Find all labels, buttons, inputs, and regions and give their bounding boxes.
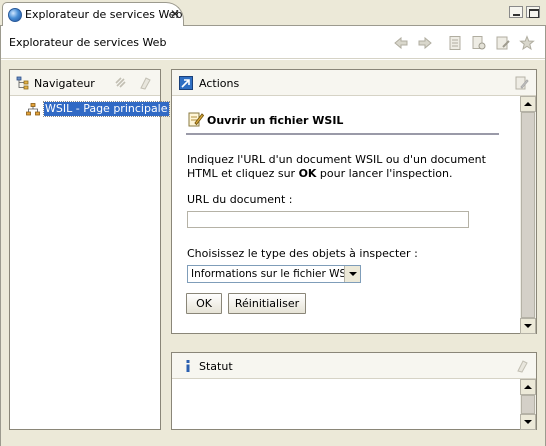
page-title: Explorateur de services Web: [9, 36, 167, 49]
tab-close-icon[interactable]: ✕: [170, 7, 180, 21]
object-type-select[interactable]: Informations sur le fichier WSIL: [187, 265, 361, 283]
status-header: Statut: [172, 353, 536, 379]
status-scrollbar[interactable]: [520, 379, 536, 430]
status-panel: Statut: [171, 352, 537, 430]
form-description: Indiquez l'URL d'un document WSIL ou d'u…: [187, 153, 505, 181]
object-type-label: Choisissez le type des objets à inspecte…: [187, 247, 418, 260]
scrollbar-thumb[interactable]: [521, 395, 535, 414]
form-description-end: pour lancer l'inspection.: [316, 167, 453, 180]
form-heading: Ouvrir un fichier WSIL: [207, 114, 344, 127]
link-icon[interactable]: [114, 76, 128, 90]
tree-item-label[interactable]: WSIL - Page principale: [43, 101, 170, 117]
open-wsil-file-icon: [188, 112, 204, 127]
ok-button[interactable]: OK: [186, 293, 222, 314]
navigator-header: Navigateur: [10, 70, 160, 96]
clear-icon[interactable]: [138, 76, 152, 90]
header-bar: Explorateur de services Web: [1, 27, 545, 59]
maximize-icon[interactable]: [526, 6, 540, 18]
navigator-panel: Navigateur WSIL - Page principale: [9, 69, 170, 430]
actions-arrow-icon: [179, 76, 193, 90]
status-title: Statut: [199, 360, 233, 373]
back-arrow-icon[interactable]: [393, 35, 409, 51]
globe-icon: [8, 8, 22, 22]
editor-tab[interactable]: Explorateur de services Web ✕: [2, 2, 184, 27]
scrollbar-thumb[interactable]: [521, 112, 535, 318]
favorite-star-icon[interactable]: [519, 35, 535, 51]
actions-scrollbar[interactable]: [520, 96, 536, 334]
scroll-up-icon[interactable]: [520, 379, 536, 395]
reset-button[interactable]: Réinitialiser: [228, 293, 306, 314]
form-description-ok: OK: [298, 167, 317, 180]
actions-panel: Actions Ouvrir un fichier WSIL Indiquez …: [171, 69, 537, 334]
info-icon: [186, 360, 190, 372]
forward-arrow-icon[interactable]: [417, 35, 433, 51]
page-refresh-icon[interactable]: [495, 35, 511, 51]
actions-header: Actions: [172, 70, 536, 96]
edit-document-icon[interactable]: [515, 76, 529, 90]
url-input[interactable]: [187, 211, 469, 228]
scroll-down-icon[interactable]: [520, 318, 536, 334]
scroll-up-icon[interactable]: [520, 96, 536, 112]
scroll-down-icon[interactable]: [520, 414, 536, 430]
object-type-value: Informations sur le fichier WSIL: [191, 268, 356, 280]
document-search-icon[interactable]: [471, 35, 487, 51]
navigator-tree-icon: [16, 76, 29, 90]
navigator-title: Navigateur: [34, 77, 95, 90]
form-divider: [186, 133, 499, 135]
url-label: URL du document :: [187, 193, 293, 206]
document-icon[interactable]: [447, 35, 463, 51]
actions-title: Actions: [199, 77, 240, 90]
wsil-tree-icon: [26, 103, 40, 116]
chevron-down-icon[interactable]: [344, 266, 360, 282]
clear-icon[interactable]: [515, 359, 529, 373]
tab-title: Explorateur de services Web: [25, 8, 183, 21]
minimize-icon[interactable]: [509, 6, 523, 18]
